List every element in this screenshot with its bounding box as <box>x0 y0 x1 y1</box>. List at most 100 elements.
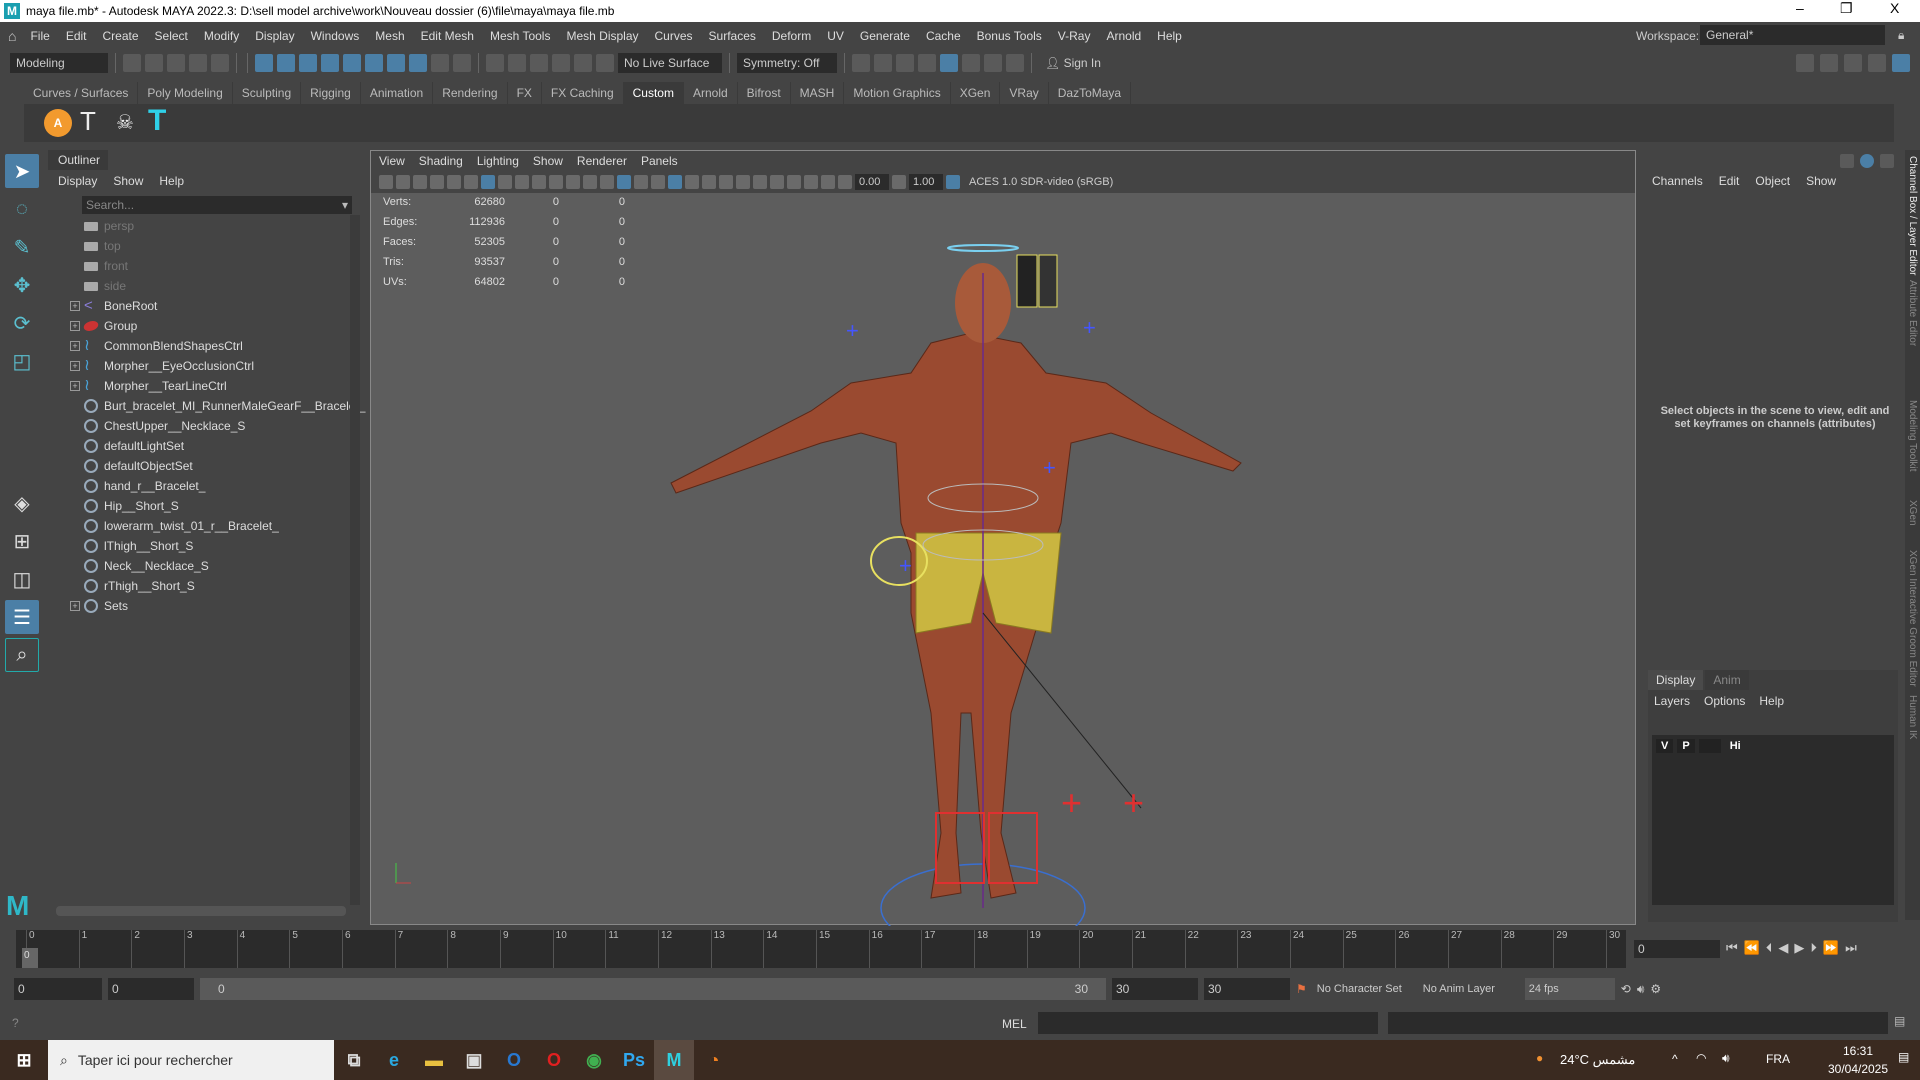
anim-layer-dropdown[interactable]: No Anim Layer <box>1418 978 1519 1000</box>
textured-icon[interactable] <box>668 175 682 189</box>
lock-icon[interactable]: 🔒︎ <box>1898 28 1904 43</box>
shelf-tab-rigging[interactable]: Rigging <box>301 82 360 104</box>
clock-date[interactable]: 30/04/2025 <box>1822 1062 1894 1076</box>
tab-anim[interactable]: Anim <box>1705 670 1749 690</box>
viewport-menu-lighting[interactable]: Lighting <box>477 151 519 171</box>
color-management-icon[interactable] <box>946 175 960 189</box>
lasso-tool-icon[interactable]: ◌ <box>5 192 39 226</box>
render-setup-icon[interactable] <box>962 54 980 72</box>
outliner-vertical-scrollbar[interactable] <box>350 215 360 905</box>
expand-icon[interactable]: + <box>70 301 80 311</box>
shadows-icon[interactable] <box>702 175 716 189</box>
select-component-icon[interactable] <box>299 54 317 72</box>
save-scene-icon[interactable] <box>167 54 185 72</box>
character-set-dropdown[interactable]: No Character Set <box>1312 978 1413 1000</box>
2d-pan-zoom-icon[interactable] <box>447 175 461 189</box>
grid-icon[interactable] <box>481 175 495 189</box>
open-scene-icon[interactable] <box>145 54 163 72</box>
snap-curve-icon[interactable] <box>508 54 526 72</box>
playback-end-field[interactable]: 30 <box>1112 978 1198 1000</box>
auto-key-icon[interactable]: ⚑ <box>1296 982 1307 996</box>
new-scene-icon[interactable] <box>123 54 141 72</box>
anti-aliasing-icon[interactable] <box>753 175 767 189</box>
select-joints-icon[interactable] <box>321 54 339 72</box>
outlook-icon[interactable]: O <box>494 1040 534 1080</box>
skull-shelf-icon[interactable]: ☠ <box>116 110 134 135</box>
menu-windows[interactable]: Windows <box>303 29 368 43</box>
outliner-item[interactable]: + Group <box>48 316 364 336</box>
side-tab-xgen[interactable]: XGen <box>1905 500 1920 526</box>
display-type-toggle[interactable] <box>1698 739 1721 753</box>
outliner-menu-help[interactable]: Help <box>159 174 184 188</box>
menu-help[interactable]: Help <box>1149 29 1190 43</box>
outliner-item[interactable]: + Sets <box>48 596 364 616</box>
minimize-button[interactable]: – <box>1796 0 1804 16</box>
node-editor-icon[interactable] <box>1840 154 1854 168</box>
pause-icon[interactable] <box>1006 54 1024 72</box>
shelf-tab-mash[interactable]: MASH <box>790 82 844 104</box>
playback-start-field[interactable]: 0 <box>108 978 194 1000</box>
rotate-tool-icon[interactable]: ⟳ <box>5 306 39 340</box>
menu-bonus-tools[interactable]: Bonus Tools <box>969 29 1050 43</box>
shelf-tab-vray[interactable]: VRay <box>1000 82 1048 104</box>
shelf-tab-custom[interactable]: Custom <box>623 82 683 104</box>
shelf-tab-animation[interactable]: Animation <box>360 82 433 104</box>
tray-chevron-icon[interactable]: ^ <box>1672 1052 1678 1066</box>
sign-in-button[interactable]: 👤︎ Sign In <box>1039 53 1157 73</box>
channel-menu-channels[interactable]: Channels <box>1652 174 1703 188</box>
search-icon[interactable]: ⌕ <box>5 638 39 672</box>
field-chart-icon[interactable] <box>549 175 563 189</box>
chrome-icon[interactable]: ◉ <box>574 1040 614 1080</box>
human-ik-icon[interactable] <box>1820 54 1838 72</box>
range-slider[interactable]: 0 30 <box>200 978 1106 1000</box>
menu-set-dropdown[interactable]: Modeling <box>10 53 108 73</box>
command-input[interactable] <box>1038 1012 1378 1034</box>
viewport-panel[interactable]: View Shading Lighting Show Renderer Panels 0.… <box>370 150 1636 926</box>
playback-toggle[interactable]: P <box>1677 739 1695 753</box>
gamma-field[interactable]: 1.00 <box>909 174 943 190</box>
snap-view-icon[interactable] <box>574 54 592 72</box>
ipr-render-icon[interactable] <box>896 54 914 72</box>
store-icon[interactable]: ▣ <box>454 1040 494 1080</box>
outliner-item[interactable]: defaultLightSet <box>48 436 364 456</box>
snap-point-icon[interactable] <box>530 54 548 72</box>
default-material-icon[interactable] <box>634 175 648 189</box>
notifications-icon[interactable]: ▤ <box>1898 1050 1909 1064</box>
visibility-toggle[interactable]: V <box>1656 739 1674 753</box>
motion-blur-icon[interactable] <box>736 175 750 189</box>
edge-icon[interactable]: e <box>374 1040 414 1080</box>
exposure-field[interactable]: 0.00 <box>855 174 889 190</box>
snap-grid-icon[interactable] <box>486 54 504 72</box>
animation-start-field[interactable]: 0 <box>14 978 102 1000</box>
expand-icon[interactable]: + <box>70 341 80 351</box>
skeleton-shelf-icon[interactable]: T <box>80 106 96 137</box>
arnold-icon[interactable] <box>1860 154 1874 168</box>
live-surface-field[interactable]: No Live Surface <box>618 53 722 73</box>
task-view-icon[interactable]: ⧉ <box>334 1040 374 1080</box>
expand-icon[interactable]: + <box>70 601 80 611</box>
photoshop-icon[interactable]: Ps <box>614 1040 654 1080</box>
wireframe-icon[interactable] <box>600 175 614 189</box>
outliner-menu-display[interactable]: Display <box>58 174 97 188</box>
home-icon[interactable]: ⌂ <box>0 28 22 44</box>
shelf-tab-motion-graphics[interactable]: Motion Graphics <box>844 82 950 104</box>
render-icon[interactable] <box>874 54 892 72</box>
close-button[interactable]: X <box>1890 0 1899 16</box>
redo-icon[interactable] <box>211 54 229 72</box>
channel-menu-object[interactable]: Object <box>1755 174 1790 188</box>
current-frame-field[interactable]: 0 <box>1634 940 1720 958</box>
help-icon[interactable]: ? <box>12 1016 19 1030</box>
outliner-menu-show[interactable]: Show <box>113 174 143 188</box>
wireframe-on-shaded-icon[interactable] <box>651 175 665 189</box>
highlight-selection-icon[interactable] <box>453 54 471 72</box>
outliner-item[interactable]: + < BoneRoot <box>48 296 364 316</box>
fps-dropdown[interactable]: 24 fps <box>1524 978 1615 1000</box>
outliner-item[interactable]: ChestUpper__Necklace_S <box>48 416 364 436</box>
view-transform-dropdown[interactable]: ACES 1.0 SDR-video (sRGB) <box>963 173 1153 191</box>
windows-start-icon[interactable]: ⊞ <box>0 1040 48 1080</box>
arnold-shelf-icon[interactable]: A <box>44 109 72 137</box>
select-tool-icon[interactable]: ➤ <box>5 154 39 188</box>
workspace-dropdown[interactable]: General* <box>1700 25 1885 45</box>
taskbar-search[interactable]: ⌕ Taper ici pour rechercher <box>48 1040 334 1080</box>
volume-icon[interactable]: 🔊︎ <box>1722 1051 1730 1066</box>
